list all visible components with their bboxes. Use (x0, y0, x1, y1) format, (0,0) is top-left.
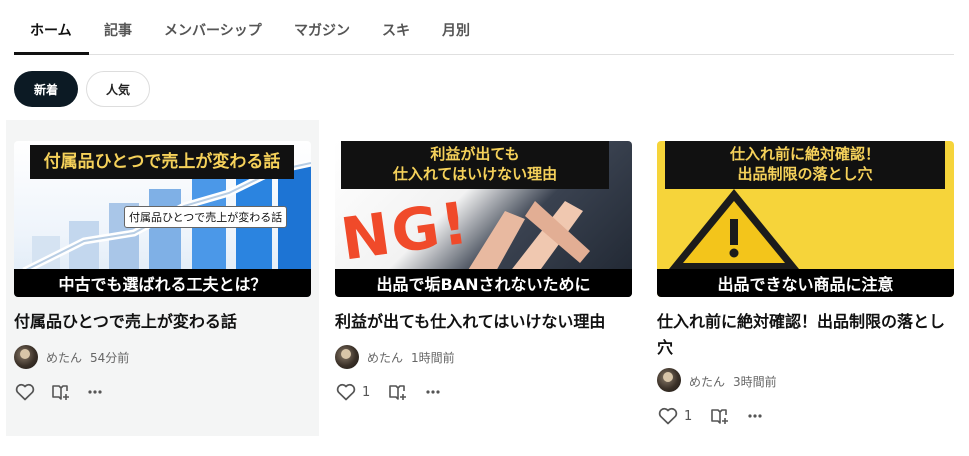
article-thumbnail: 付属品ひとつで売上が変わる話 付属品ひとつで売上が変わる話 中古でも選ばれる工夫… (14, 141, 311, 297)
article-meta: めたん 54分前 (46, 349, 129, 366)
filter-new-button[interactable]: 新着 (14, 71, 78, 107)
article-card[interactable]: 仕入れ前に絶対確認！ 出品制限の落とし穴 出品できない商品に注意 仕入れ前に絶対… (657, 120, 957, 436)
tab-home[interactable]: ホーム (30, 20, 72, 40)
thumbnail-caption: 中古でも選ばれる工夫とは？ (14, 269, 311, 297)
author-avatar[interactable] (14, 345, 38, 369)
thumbnail-headline: 仕入れ前に絶対確認！ 出品制限の落とし穴 (665, 141, 945, 189)
thumbnail-headline: 利益が出ても 仕入れてはいけない理由 (341, 141, 609, 189)
active-tab-indicator (14, 52, 89, 55)
thumbnail-headline-line2: 出品制限の落とし穴 (737, 165, 873, 184)
tab-membership[interactable]: メンバーシップ (164, 20, 262, 40)
bookmark-add-icon[interactable] (710, 407, 730, 425)
profile-tabs: ホーム 記事 メンバーシップ マガジン スキ 月別 (14, 0, 954, 55)
published-time: 1時間前 (411, 351, 455, 365)
author-avatar[interactable] (657, 368, 681, 392)
bookmark-add-icon[interactable] (51, 383, 71, 401)
heart-icon[interactable] (658, 407, 678, 425)
bookmark-add-icon[interactable] (388, 383, 408, 401)
article-meta: めたん 3時間前 (689, 373, 777, 390)
filter-popular-button[interactable]: 人気 (86, 71, 150, 107)
more-dots-icon[interactable] (747, 413, 763, 419)
article-title[interactable]: 利益が出ても仕入れてはいけない理由 (335, 309, 645, 335)
like-count: 1 (362, 385, 371, 400)
article-meta: めたん 1時間前 (367, 349, 455, 366)
heart-icon[interactable] (15, 383, 35, 401)
more-dots-icon[interactable] (425, 389, 441, 395)
thumbnail-caption: 出品できない商品に注意 (657, 269, 954, 297)
article-card[interactable]: 付属品ひとつで売上が変わる話 付属品ひとつで売上が変わる話 中古でも選ばれる工夫… (6, 120, 319, 436)
author-avatar[interactable] (335, 345, 359, 369)
published-time: 3時間前 (733, 375, 777, 389)
article-card[interactable]: 利益が出ても 仕入れてはいけない理由 NG! 出品で垢BANされないために 利益… (335, 120, 648, 436)
author-name[interactable]: めたん (46, 351, 82, 365)
thumbnail-headline-line1: 仕入れ前に絶対確認！ (729, 145, 880, 163)
thumbnail-headline-line2: 仕入れてはいけない理由 (392, 165, 558, 184)
published-time: 54分前 (90, 351, 130, 365)
tab-monthly[interactable]: 月別 (442, 20, 470, 40)
more-dots-icon[interactable] (87, 389, 103, 395)
article-title[interactable]: 付属品ひとつで売上が変わる話 (14, 309, 314, 335)
thumbnail-headline-line1: 利益が出ても (430, 145, 520, 163)
like-count: 1 (684, 409, 693, 424)
article-thumbnail: 利益が出ても 仕入れてはいけない理由 NG! 出品で垢BANされないために (335, 141, 632, 297)
thumbnail-caption: 出品で垢BANされないために (335, 269, 632, 297)
heart-icon[interactable] (336, 383, 356, 401)
author-name[interactable]: めたん (689, 375, 725, 389)
tab-articles[interactable]: 記事 (104, 20, 132, 40)
thumbnail-headline: 付属品ひとつで売上が変わる話 (30, 145, 294, 179)
thumbnail-tooltip-label: 付属品ひとつで売上が変わる話 (124, 206, 288, 228)
tab-magazine[interactable]: マガジン (294, 20, 350, 40)
article-title[interactable]: 仕入れ前に絶対確認！出品制限の落とし穴 (657, 309, 951, 361)
tab-likes[interactable]: スキ (382, 20, 410, 40)
article-thumbnail: 仕入れ前に絶対確認！ 出品制限の落とし穴 出品できない商品に注意 (657, 141, 954, 297)
author-name[interactable]: めたん (367, 351, 403, 365)
